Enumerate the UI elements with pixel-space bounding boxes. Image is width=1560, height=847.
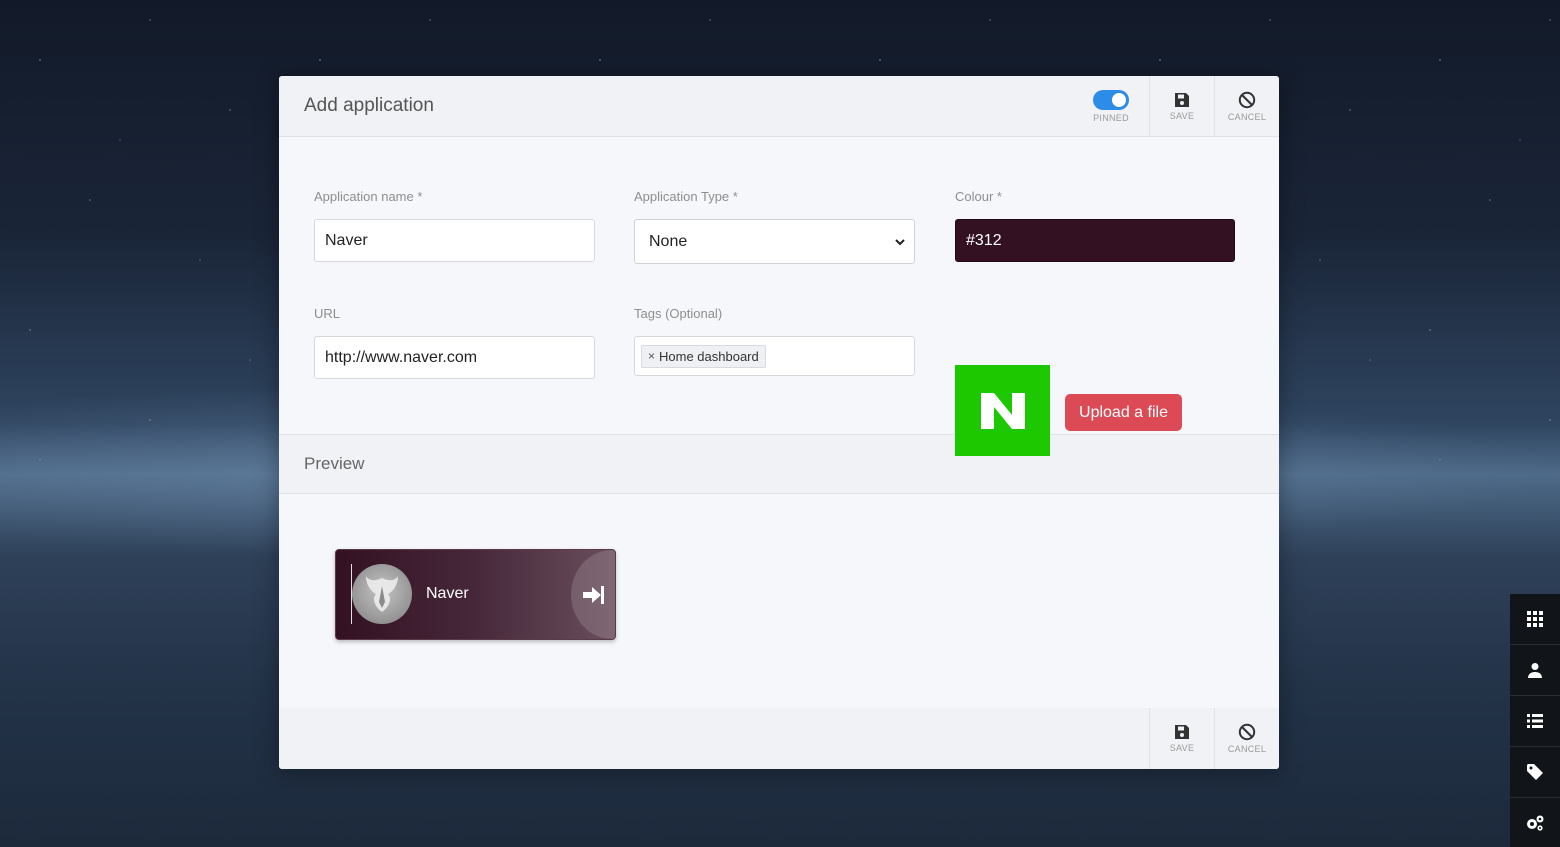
default-app-icon bbox=[366, 576, 398, 612]
sidebar-item-list[interactable] bbox=[1510, 696, 1560, 747]
url-label: URL bbox=[314, 306, 341, 321]
sidebar-item-apps[interactable] bbox=[1510, 594, 1560, 645]
tag-chip: × Home dashboard bbox=[641, 344, 766, 368]
tags-input[interactable]: × Home dashboard bbox=[634, 336, 915, 376]
tile-app-name: Naver bbox=[426, 585, 469, 602]
add-application-modal: Add application PINNED SAVE CANCEL Appli… bbox=[279, 76, 1279, 769]
modal-title: Add application bbox=[304, 95, 434, 116]
footer-cancel-label: CANCEL bbox=[1227, 744, 1267, 754]
app-type-label: Application Type * bbox=[634, 189, 738, 204]
sidebar-item-tags[interactable] bbox=[1510, 747, 1560, 798]
footer-save-button[interactable]: SAVE bbox=[1149, 708, 1214, 769]
app-logo-image bbox=[955, 365, 1050, 456]
app-preview-tile[interactable]: Naver bbox=[335, 549, 616, 640]
naver-logo-icon bbox=[980, 392, 1025, 429]
apps-grid-icon bbox=[1527, 611, 1543, 627]
upload-file-button[interactable]: Upload a file bbox=[1065, 394, 1182, 431]
app-icon-avatar bbox=[352, 564, 412, 624]
cancel-button[interactable]: CANCEL bbox=[1214, 76, 1279, 136]
url-input[interactable]: http://www.naver.com bbox=[314, 336, 595, 379]
save-icon bbox=[1175, 92, 1189, 107]
cancel-label: CANCEL bbox=[1227, 111, 1267, 122]
sidebar-item-users[interactable] bbox=[1510, 645, 1560, 696]
sidebar-item-settings[interactable] bbox=[1510, 798, 1560, 847]
settings-gears-icon bbox=[1527, 815, 1544, 831]
preview-title: Preview bbox=[304, 454, 365, 473]
pinned-toggle[interactable]: PINNED bbox=[1073, 76, 1149, 136]
colour-label: Colour * bbox=[955, 189, 1002, 204]
save-label: SAVE bbox=[1169, 110, 1195, 121]
save-button[interactable]: SAVE bbox=[1149, 76, 1214, 136]
url-value: http://www.naver.com bbox=[325, 348, 478, 366]
list-icon bbox=[1527, 714, 1543, 728]
app-name-value: Naver bbox=[325, 231, 368, 249]
header-actions: PINNED SAVE CANCEL bbox=[1073, 76, 1279, 136]
pinned-label: PINNED bbox=[1093, 112, 1129, 123]
tag-label: Home dashboard bbox=[659, 348, 759, 364]
sign-in-arrow-icon bbox=[583, 585, 604, 604]
save-icon bbox=[1175, 725, 1189, 739]
colour-input[interactable]: #312 bbox=[955, 219, 1235, 262]
user-icon bbox=[1528, 663, 1542, 678]
toggle-switch[interactable] bbox=[1093, 89, 1129, 110]
footer-actions: SAVE CANCEL bbox=[1149, 708, 1279, 769]
app-type-select[interactable]: None bbox=[634, 219, 915, 264]
tag-icon bbox=[1527, 764, 1543, 780]
right-sidebar bbox=[1510, 594, 1560, 847]
ban-icon bbox=[1238, 723, 1256, 741]
colour-value: #312 bbox=[966, 231, 1002, 249]
footer-cancel-button[interactable]: CANCEL bbox=[1214, 708, 1279, 769]
ban-icon bbox=[1238, 91, 1256, 108]
tags-label: Tags (Optional) bbox=[634, 306, 723, 321]
modal-footer: SAVE CANCEL bbox=[279, 708, 1279, 769]
app-name-label: Application name * bbox=[314, 189, 423, 204]
tile-launch-button[interactable] bbox=[571, 550, 615, 639]
app-type-value: None bbox=[649, 232, 688, 250]
preview-header: Preview bbox=[279, 435, 1279, 494]
app-name-input[interactable]: Naver bbox=[314, 219, 595, 262]
chevron-down-icon bbox=[895, 238, 905, 245]
form-area: Application name * Naver Application Typ… bbox=[279, 137, 1279, 456]
footer-save-label: SAVE bbox=[1169, 743, 1195, 753]
modal-header: Add application PINNED SAVE CANCEL bbox=[279, 76, 1279, 137]
preview-area: Naver bbox=[279, 494, 1279, 709]
tag-remove-button[interactable]: × bbox=[648, 349, 655, 363]
